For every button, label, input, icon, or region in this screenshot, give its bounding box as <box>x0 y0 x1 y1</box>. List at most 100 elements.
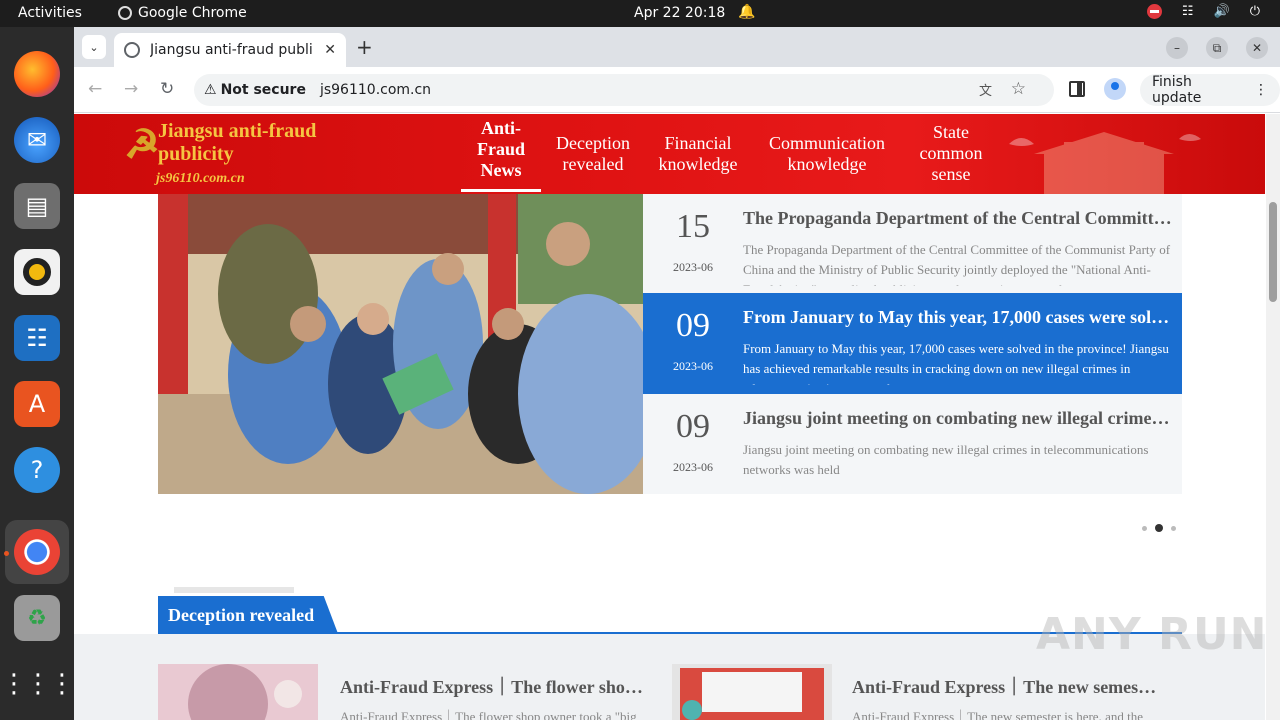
news-date: 2023-06 <box>673 359 713 373</box>
rhythmbox-icon[interactable] <box>14 249 60 295</box>
system-tray[interactable]: ☷ 🔊 ⏻ <box>1146 4 1260 19</box>
news-summary: The Propaganda Department of the Central… <box>743 242 1171 286</box>
card-image[interactable] <box>158 664 318 720</box>
running-indicator <box>4 551 9 556</box>
nav-communication-knowledge[interactable]: Communication knowledge <box>764 133 890 175</box>
news-summary: Jiangsu joint meeting on combating new i… <box>743 442 1149 477</box>
section-divider <box>158 632 1182 634</box>
news-day: 15 <box>676 208 710 245</box>
chrome-icon <box>118 6 132 20</box>
card-title[interactable]: Anti-Fraud Express｜The flower shop owner… <box>340 673 646 699</box>
trash-icon[interactable]: ♻ <box>14 595 60 641</box>
dock: ✉ ▤ ☷ A ? ♻ ⋮⋮⋮ <box>0 27 75 720</box>
nav-anti-fraud-news[interactable]: Anti- Fraud News <box>461 118 541 181</box>
files-icon[interactable]: ▤ <box>14 183 60 229</box>
url-text[interactable]: js96110.com.cn <box>320 82 431 98</box>
card-title[interactable]: Anti-Fraud Express｜The new semester is h… <box>852 673 1158 699</box>
chrome-dock-icon[interactable] <box>14 529 60 575</box>
chevron-down-icon[interactable]: ⌄ <box>82 35 106 59</box>
nav-label-line: common <box>919 143 983 163</box>
nav-label-line: Financial <box>664 133 732 153</box>
tiananmen-decoration <box>1009 132 1201 194</box>
finish-update-button[interactable]: Finish update ⋮ <box>1140 74 1280 106</box>
nav-label-line: knowledge <box>787 154 867 174</box>
nav-label-line: sense <box>931 164 971 184</box>
slider-dot-active[interactable] <box>1155 524 1163 532</box>
forward-icon[interactable]: → <box>124 79 138 99</box>
slider-dot[interactable] <box>1142 525 1147 531</box>
logo-title-line1: Jiangsu anti-fraud <box>158 120 317 142</box>
show-apps-icon[interactable]: ⋮⋮⋮ <box>1 661 75 707</box>
side-panel-icon[interactable] <box>1069 81 1085 97</box>
new-tab-icon[interactable]: + <box>356 35 373 59</box>
close-window-icon[interactable]: ✕ <box>1246 37 1268 59</box>
nav-label-line: State <box>933 122 969 142</box>
app-name: Google Chrome <box>138 5 247 21</box>
bookmark-star-icon[interactable]: ☆ <box>1011 79 1026 99</box>
stop-icon[interactable] <box>1146 4 1162 19</box>
maximize-icon[interactable]: ⧉ <box>1206 37 1228 59</box>
close-tab-icon[interactable]: ✕ <box>324 42 336 58</box>
browser-toolbar: ← → ↻ ⚠ Not secure js96110.com.cn 文 ☆ Fi… <box>74 67 1280 113</box>
news-list: 15 2023-06 The Propaganda Department of … <box>643 194 1182 494</box>
bell-icon[interactable]: 🔔 <box>738 4 755 20</box>
help-icon[interactable]: ? <box>14 447 60 493</box>
news-title[interactable]: The Propaganda Department of the Central… <box>743 208 1175 229</box>
nav-financial-knowledge[interactable]: Financial knowledge <box>650 133 746 175</box>
card-summary: Anti-Fraud Express｜The flower shop owner… <box>340 709 637 720</box>
site-header: ☭ Jiangsu anti-fraud publicity js96110.c… <box>74 114 1265 194</box>
nav-label-line: Anti- <box>481 118 521 138</box>
reload-icon[interactable]: ↻ <box>160 79 174 99</box>
back-icon[interactable]: ← <box>88 79 102 99</box>
profile-icon[interactable] <box>1104 78 1126 100</box>
section-title[interactable]: Deception revealed <box>158 596 339 634</box>
more-icon: ⋮ <box>1254 82 1268 98</box>
minimize-icon[interactable]: – <box>1166 37 1188 59</box>
app-menu[interactable]: Google Chrome <box>118 5 247 21</box>
news-title[interactable]: Jiangsu joint meeting on combating new i… <box>743 408 1175 429</box>
thunderbird-icon[interactable]: ✉ <box>14 117 60 163</box>
system-top-bar: Activities Google Chrome Apr 22 20:18 🔔 … <box>0 0 1280 27</box>
writer-icon[interactable]: ☷ <box>14 315 60 361</box>
news-item[interactable]: 15 2023-06 The Propaganda Department of … <box>643 194 1182 295</box>
news-item-active[interactable]: 09 2023-06 From January to May this year… <box>643 293 1182 394</box>
power-icon[interactable]: ⏻ <box>1250 4 1260 19</box>
scrollbar-thumb[interactable] <box>1269 202 1277 302</box>
nav-label-line: Communication <box>769 133 885 153</box>
news-date: 2023-06 <box>673 260 713 274</box>
translate-icon[interactable]: 文 <box>979 80 992 99</box>
nav-label-line: Deception <box>556 133 630 153</box>
card-image[interactable] <box>672 664 832 720</box>
nav-deception-revealed[interactable]: Deception revealed <box>546 133 640 175</box>
clock[interactable]: Apr 22 20:18 <box>634 5 725 21</box>
network-icon[interactable]: ☷ <box>1182 4 1194 19</box>
software-center-icon[interactable]: A <box>14 381 60 427</box>
news-item[interactable]: 09 2023-06 Jiangsu joint meeting on comb… <box>643 394 1182 495</box>
tab-strip: ⌄ Jiangsu anti-fraud publi ✕ + – ⧉ ✕ <box>74 27 1280 67</box>
site-logo-title[interactable]: Jiangsu anti-fraud publicity <box>158 120 316 166</box>
volume-icon[interactable]: 🔊 <box>1214 4 1230 19</box>
logo-title-line2: publicity <box>158 143 234 165</box>
news-date: 2023-06 <box>673 460 713 474</box>
page-scrollbar[interactable] <box>1266 114 1280 720</box>
warning-icon[interactable]: ⚠ <box>204 82 217 98</box>
nav-label-line: News <box>480 160 522 180</box>
slide-photo <box>158 194 643 494</box>
card-photo <box>672 664 832 720</box>
news-day: 09 <box>676 408 710 445</box>
page-viewport: ☭ Jiangsu anti-fraud publicity js96110.c… <box>74 114 1280 720</box>
activities-button[interactable]: Activities <box>18 5 82 21</box>
browser-tab[interactable]: Jiangsu anti-fraud publi ✕ <box>114 33 346 67</box>
firefox-icon[interactable] <box>14 51 60 97</box>
card-summary: Anti-Fraud Express｜The new semester is h… <box>852 709 1143 720</box>
finish-update-label: Finish update <box>1152 74 1202 106</box>
security-label[interactable]: Not secure <box>221 82 306 98</box>
tab-title: Jiangsu anti-fraud publi <box>150 42 313 58</box>
nav-state-common-sense[interactable]: State common sense <box>908 122 994 185</box>
news-title[interactable]: From January to May this year, 17,000 ca… <box>743 307 1175 328</box>
address-bar[interactable]: ⚠ Not secure js96110.com.cn 文 ☆ <box>194 74 1054 106</box>
card-photo <box>158 664 318 720</box>
globe-icon <box>124 42 140 58</box>
slider-dot[interactable] <box>1171 525 1176 531</box>
news-slide-image[interactable] <box>158 194 643 494</box>
